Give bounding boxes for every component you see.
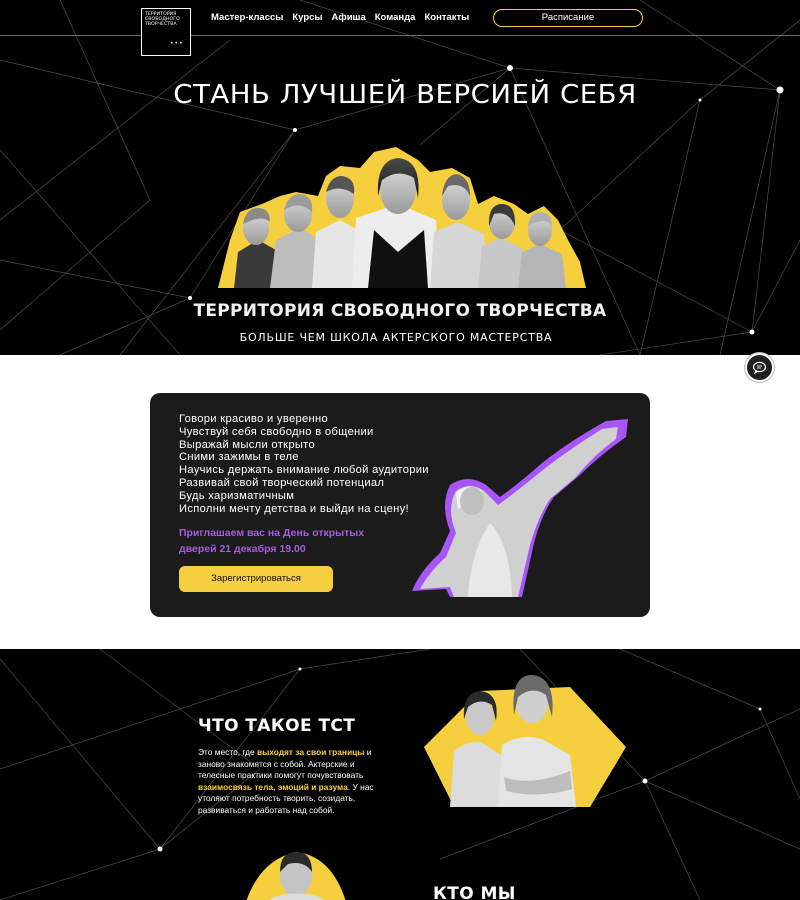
chat-bubble-icon <box>752 361 767 375</box>
hero-section: ТЕРРИТОРИЯ СВОБОДНОГО ТВОРЧЕСТВА ••• Мас… <box>0 0 800 355</box>
benefit-item: Будь харизматичным <box>179 489 295 502</box>
dancer-photo <box>412 419 628 597</box>
founders-photo <box>424 675 626 807</box>
benefits-card: Говори красиво и уверенно Чувствуй себя … <box>150 393 650 617</box>
register-button[interactable]: Зарегистрироваться <box>179 566 333 592</box>
about-section: ЧТО ТАКОЕ ТСТ Это место, где выходят за … <box>0 649 800 900</box>
invite-line-2: дверей 21 декабря 19.00 <box>179 543 306 555</box>
benefit-item: Научись держать внимание любой аудитории <box>179 464 429 477</box>
benefit-item: Говори красиво и уверенно <box>179 413 328 425</box>
hero-tagline: БОЛЬШЕ ЧЕМ ШКОЛА АКТЕРСКОГО МАСТЕРСТВА <box>239 331 553 344</box>
benefit-item: Выражай мысли открыто <box>179 438 315 451</box>
open-day-invitation: Приглашаем вас на День открытых дверей 2… <box>179 525 364 557</box>
benefits-list: Говори красиво и уверенно Чувствуй себя … <box>179 413 429 515</box>
benefit-item: Развивай свой творческий потенциал <box>179 476 385 489</box>
invite-line-1: Приглашаем вас на День открытых <box>179 527 365 539</box>
about-title: ЧТО ТАКОЕ ТСТ <box>198 716 356 736</box>
team-title: КТО МЫ <box>433 884 516 900</box>
team-member-photo <box>246 852 346 900</box>
about-highlight-boundaries: выходят за свои границы <box>256 747 365 757</box>
network-background <box>0 649 800 900</box>
benefit-item: Чувствуй себя свободно в общении <box>179 425 374 438</box>
benefit-item: Исполни мечту детства и выйди на сцену! <box>179 502 409 515</box>
benefit-item: Сними зажимы в теле <box>179 451 299 464</box>
about-highlight-connection: взаимосвязь тела, эмоций и разума <box>198 781 348 792</box>
hero-subtitle: ТЕРРИТОРИЯ СВОБОДНОГО ТВОРЧЕСТВА <box>193 301 607 321</box>
about-description: Это место, где выходят за свои границы и… <box>198 747 394 816</box>
chat-widget-button[interactable] <box>745 353 774 382</box>
about-text-part: Это место, где <box>198 747 257 757</box>
